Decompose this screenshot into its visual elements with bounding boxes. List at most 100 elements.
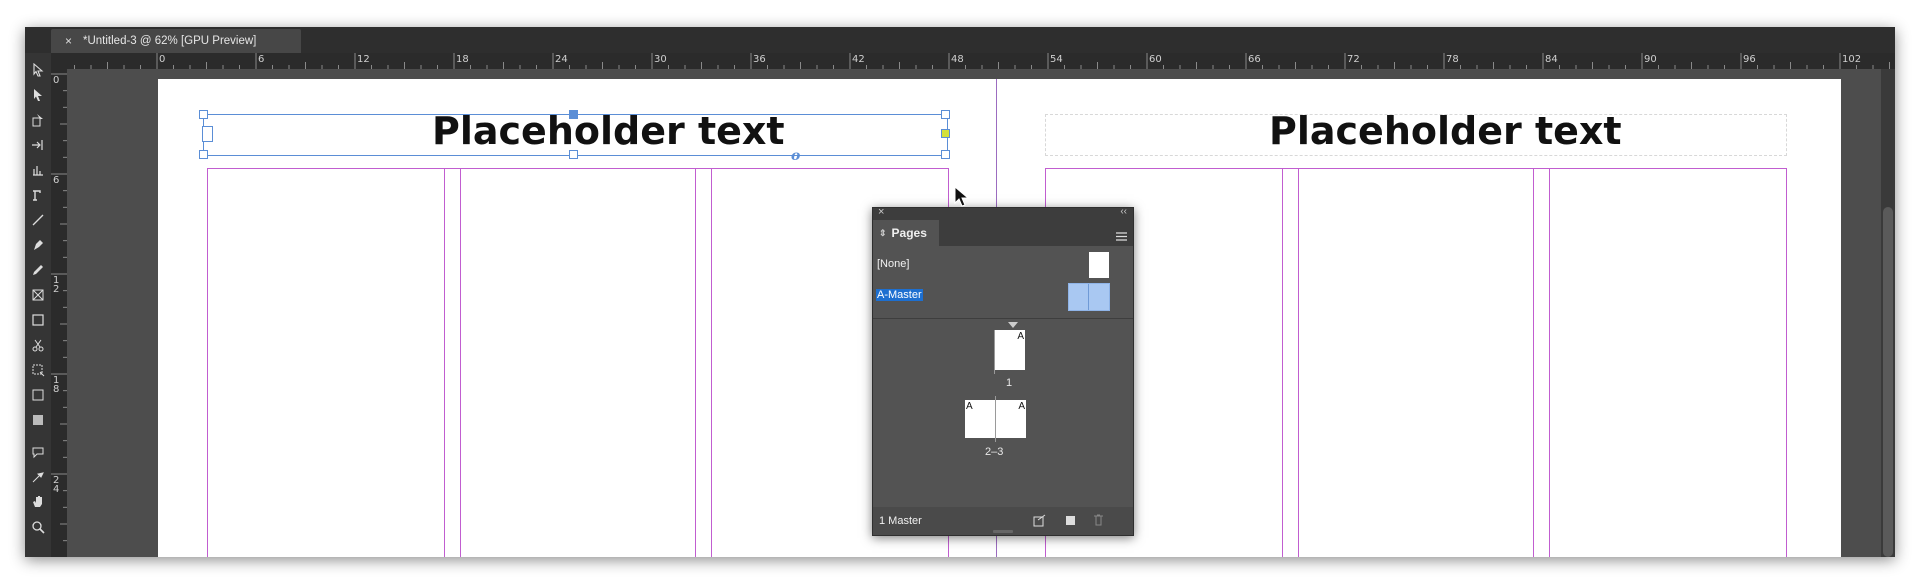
horizontal-ruler[interactable]: 0 6 12 18 24 30 36 42 48 54 60 66 72 78 84 90 96 102	[67, 53, 1895, 70]
tab-pages-label: Pages	[891, 226, 927, 240]
page-thumbnail-2[interactable]: A	[965, 400, 995, 438]
page-label-1: 1	[1006, 377, 1013, 389]
ruler-label: 36	[753, 54, 766, 65]
vertical-ruler[interactable]: 0 6 12 18 24	[51, 69, 68, 557]
spine-line	[995, 396, 996, 442]
line-tool-icon[interactable]	[29, 211, 47, 229]
in-port-icon[interactable]	[202, 126, 213, 142]
ruler-label: 84	[1545, 54, 1558, 65]
spine-line	[994, 330, 995, 374]
frame-handle[interactable]	[941, 150, 950, 159]
tab-pages[interactable]: ⇕ Pages	[873, 220, 939, 246]
ruler-label: 12	[357, 54, 370, 65]
pencil-tool-icon[interactable]	[29, 261, 47, 279]
gradient-swatch-tool-icon[interactable]	[29, 386, 47, 404]
ruler-label: 78	[1446, 54, 1459, 65]
content-collector-icon[interactable]	[29, 161, 47, 179]
master-thumbnail-selected[interactable]	[1068, 283, 1110, 311]
ruler-label: 48	[951, 54, 964, 65]
collapse-panel-icon[interactable]: ‹‹	[1120, 206, 1127, 217]
right-page-placeholder-text[interactable]: Placeholder text	[1269, 109, 1622, 153]
master-name-selected: A-Master	[876, 289, 923, 301]
frame-handle[interactable]	[199, 150, 208, 159]
free-transform-tool-icon[interactable]	[29, 361, 47, 379]
ruler-label: 66	[1248, 54, 1261, 65]
master-row-none[interactable]: [None]	[873, 252, 1133, 280]
column-guide	[1298, 168, 1299, 557]
frame-handle[interactable]	[199, 110, 208, 119]
vertical-scrollbar[interactable]	[1881, 69, 1895, 557]
column-guide	[444, 168, 445, 557]
panel-tab-strip: ⇕ Pages	[873, 220, 1133, 246]
rectangle-tool-icon[interactable]	[29, 311, 47, 329]
ruler-label: 0	[159, 54, 166, 65]
column-guide	[1533, 168, 1534, 557]
document-tab-bar: × *Untitled-3 @ 62% [GPU Preview]	[25, 27, 1895, 53]
ruler-label: 0	[53, 75, 60, 86]
frame-handle[interactable]	[941, 110, 950, 119]
scissors-tool-icon[interactable]	[29, 336, 47, 354]
column-guide	[460, 168, 461, 557]
panel-divider	[873, 318, 1133, 319]
page-master-prefix: A	[966, 401, 973, 412]
master-thumbnail[interactable]	[1089, 252, 1109, 278]
mouse-cursor-icon	[954, 185, 970, 213]
ruler-label: 24	[53, 475, 60, 495]
column-guide	[1282, 168, 1283, 557]
rectangle-frame-tool-icon[interactable]	[29, 286, 47, 304]
page-master-prefix: A	[1018, 401, 1025, 412]
eyedropper-tool-icon[interactable]	[29, 468, 47, 486]
new-page-icon[interactable]	[1065, 514, 1077, 529]
page-label-2-3: 2–3	[985, 446, 1004, 458]
panel-resize-grip[interactable]	[993, 530, 1013, 533]
ruler-label: 96	[1743, 54, 1756, 65]
ruler-label: 102	[1842, 54, 1862, 65]
column-guide	[711, 168, 712, 557]
page-tool-icon[interactable]	[29, 111, 47, 129]
app-window: × *Untitled-3 @ 62% [GPU Preview] 0 6 12 18…	[25, 27, 1895, 557]
close-tab-icon[interactable]: ×	[65, 34, 79, 48]
column-guide	[695, 168, 696, 557]
page-thumbnail-1[interactable]: A	[994, 330, 1025, 370]
gap-tool-icon[interactable]	[29, 136, 47, 154]
panel-footer: 1 Master	[873, 507, 1133, 535]
ruler-label: 18	[53, 375, 60, 395]
selection-tool-icon[interactable]	[29, 61, 47, 79]
zoom-tool-icon[interactable]	[29, 518, 47, 536]
scrollbar-thumb[interactable]	[1883, 207, 1893, 557]
delete-page-icon[interactable]	[1093, 514, 1104, 529]
pages-panel: × ‹‹ ⇕ Pages [None] A-Master A 1 A A 2–3…	[872, 206, 1134, 536]
edit-page-size-icon[interactable]	[1033, 514, 1049, 530]
ruler-label: 72	[1347, 54, 1360, 65]
panel-title-bar[interactable]: × ‹‹	[873, 206, 1133, 220]
ruler-label: 6	[258, 54, 265, 65]
gradient-feather-tool-icon[interactable]	[29, 411, 47, 429]
ruler-label: 54	[1050, 54, 1063, 65]
tab-reorder-icon: ⇕	[879, 227, 887, 238]
corner-options-icon[interactable]: o	[791, 148, 800, 164]
hamburger-menu-icon[interactable]	[1116, 228, 1127, 241]
type-tool-icon[interactable]	[29, 186, 47, 204]
document-tab[interactable]: × *Untitled-3 @ 62% [GPU Preview]	[51, 29, 301, 53]
ruler-label: 90	[1644, 54, 1657, 65]
ruler-label: 42	[852, 54, 865, 65]
ruler-label: 60	[1149, 54, 1162, 65]
ruler-label: 12	[53, 275, 60, 295]
out-port-icon[interactable]	[941, 129, 950, 138]
note-tool-icon[interactable]	[29, 443, 47, 461]
ruler-origin[interactable]	[51, 53, 68, 70]
hand-tool-icon[interactable]	[29, 493, 47, 511]
pen-tool-icon[interactable]	[29, 236, 47, 254]
left-page-margin-guide	[207, 168, 949, 557]
page-thumbnail-3[interactable]: A	[996, 400, 1026, 438]
current-page-indicator	[1008, 322, 1018, 328]
ruler-label: 18	[456, 54, 469, 65]
ruler-label: 6	[53, 175, 60, 186]
pages-status-text: 1 Master	[879, 515, 922, 527]
column-guide	[1549, 168, 1550, 557]
left-page-placeholder-text[interactable]: Placeholder text	[432, 109, 785, 153]
master-row-a-master[interactable]: A-Master	[873, 283, 1133, 311]
direct-selection-tool-icon[interactable]	[29, 86, 47, 104]
close-panel-icon[interactable]: ×	[878, 206, 884, 218]
master-name: [None]	[877, 258, 910, 270]
